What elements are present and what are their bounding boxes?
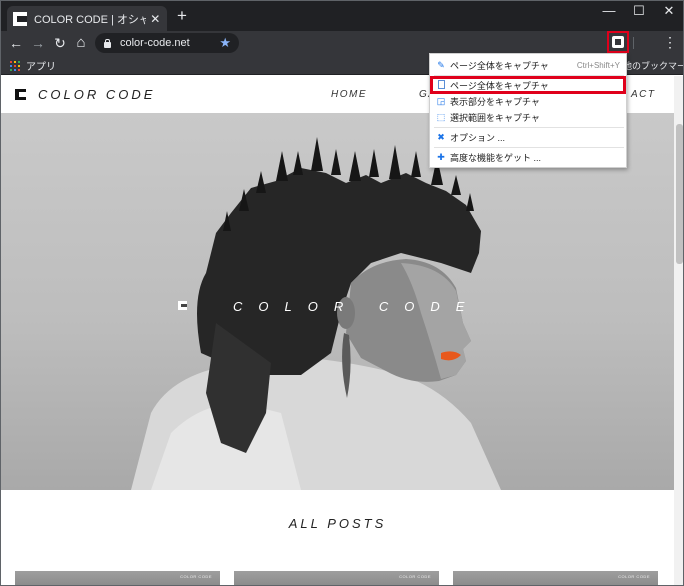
menu-item-advanced[interactable]: ✚ 高度な機能をゲット ... (430, 149, 626, 165)
menu-item-label: 選択範囲をキャプチャ (450, 112, 540, 123)
menu-divider (434, 147, 624, 148)
toolbar-divider (633, 37, 634, 49)
apps-grid-icon (10, 60, 20, 71)
tab-title: COLOR CODE | オシャレなもの好きな (34, 13, 146, 26)
menu-divider (434, 127, 624, 128)
maximize-icon[interactable]: ☐ (629, 3, 649, 19)
menu-item-capture-selection[interactable]: ⬚ 選択範囲をキャプチャ (430, 109, 626, 125)
menu-item-label: 表示部分をキャプチャ (450, 96, 540, 107)
address-bar[interactable]: color-code.net ★ (95, 33, 239, 53)
menu-item-label: オプション ... (450, 132, 506, 143)
back-icon[interactable]: ← (7, 34, 25, 52)
apps-grid-dot (18, 68, 20, 71)
menu-item-label: 高度な機能をゲット ... (450, 152, 542, 163)
site-logo-text[interactable]: COLOR CODE (38, 87, 155, 102)
apps-label: アプリ (26, 62, 56, 73)
apps-grid-dot (14, 68, 16, 71)
apps-grid-dot (10, 60, 12, 63)
home-icon[interactable]: ⌂ (72, 34, 90, 52)
bookmark-star-icon[interactable]: ★ (219, 35, 231, 51)
tab-close-icon[interactable]: ✕ (150, 12, 161, 26)
minimize-icon[interactable]: — (599, 3, 619, 18)
extension-menu: ✎ ページ全体をキャプチャ Ctrl+Shift+Y ページ全体をキャプチャ ◲… (429, 53, 627, 168)
apps-grid-dot (18, 60, 20, 63)
new-tab-button[interactable]: + (173, 7, 191, 25)
menu-item-options[interactable]: ✖ オプション ... (430, 129, 626, 145)
post-card-label: COLOR CODE (180, 574, 212, 579)
menu-highlight-frame (430, 76, 626, 94)
post-card-label: COLOR CODE (618, 574, 650, 579)
nav-home[interactable]: HOME (331, 89, 367, 100)
reload-icon[interactable]: ↻ (51, 34, 69, 52)
browser-window: COLOR CODE | オシャレなもの好きな ✕ + — ☐ ✕ ← → ↻ … (0, 0, 684, 586)
hero-image: COLOR CODE (1, 113, 674, 490)
apps-shortcut[interactable]: アプリ (10, 58, 56, 73)
apps-grid-dot (18, 64, 20, 67)
hero-title: COLOR CODE (233, 299, 481, 314)
post-card[interactable]: COLOR CODE (453, 571, 658, 585)
wrench-icon: ✖ (437, 132, 445, 142)
tab-color-code[interactable]: COLOR CODE | オシャレなもの好きな ✕ (7, 6, 167, 31)
visible-area-icon: ◲ (436, 96, 446, 106)
apps-grid-dot (14, 64, 16, 67)
plus-icon: ✚ (437, 152, 445, 162)
screenshot-extension-button[interactable] (607, 31, 629, 53)
scrollbar-thumb[interactable] (676, 124, 683, 264)
other-bookmarks[interactable]: 他のブックマーク (623, 59, 683, 72)
brush-icon: ✎ (437, 60, 445, 70)
menu-item-capture-visible[interactable]: ◲ 表示部分をキャプチャ (430, 93, 626, 109)
section-title: ALL POSTS (288, 516, 387, 531)
nav-contact[interactable]: ACT (631, 89, 656, 100)
kebab-menu-icon[interactable]: ⋮ (663, 34, 677, 51)
post-card[interactable]: COLOR CODE (234, 571, 439, 585)
browser-toolbar: ← → ↻ ⌂ color-code.net ★ ⋮ (1, 31, 683, 55)
apps-grid-dot (10, 68, 12, 71)
hero-logo-icon (178, 301, 187, 310)
page-scrollbar[interactable] (674, 76, 683, 585)
apps-grid-dot (10, 64, 12, 67)
url-text: color-code.net (120, 37, 190, 49)
apps-grid-dot (14, 60, 16, 63)
tab-strip: COLOR CODE | オシャレなもの好きな ✕ + — ☐ ✕ (1, 1, 683, 31)
site-logo-icon[interactable] (15, 89, 26, 100)
menu-item-shortcut: Ctrl+Shift+Y (576, 60, 620, 70)
menu-item-label: ページ全体をキャプチャ (450, 60, 549, 71)
extension-icon (612, 36, 624, 48)
forward-icon[interactable]: → (29, 34, 47, 52)
site-favicon-icon (13, 11, 27, 26)
post-card-label: COLOR CODE (399, 574, 431, 579)
post-card[interactable]: COLOR CODE (15, 571, 220, 585)
close-window-icon[interactable]: ✕ (659, 3, 679, 19)
lock-icon (103, 38, 112, 48)
select-area-icon: ⬚ (436, 112, 446, 122)
menu-item-capture-full-shortcut[interactable]: ✎ ページ全体をキャプチャ Ctrl+Shift+Y (430, 57, 626, 73)
